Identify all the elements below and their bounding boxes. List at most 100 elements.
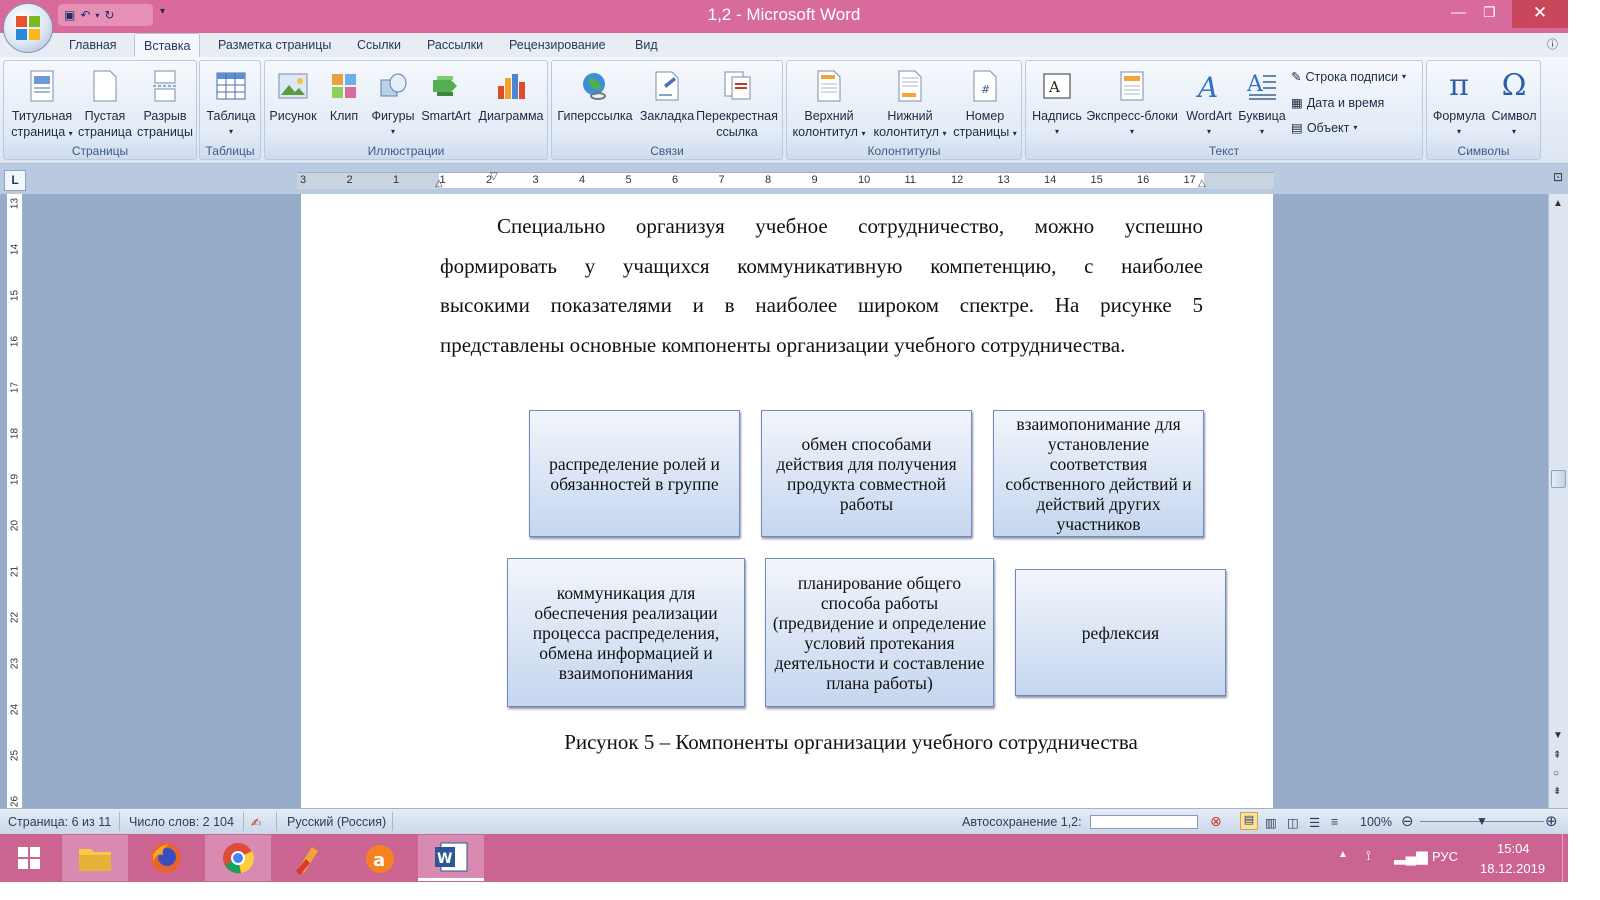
clip-art-button[interactable]: Клип: [321, 65, 367, 124]
cross-reference-button[interactable]: Перекрестная ссылка: [694, 65, 780, 140]
tab-page-layout[interactable]: Разметка страницы: [218, 38, 331, 52]
browse-object-icon[interactable]: ○: [1553, 768, 1559, 779]
outline-icon[interactable]: ☰: [1309, 815, 1320, 830]
page-count[interactable]: Страница: 6 из 11: [8, 815, 111, 829]
ruler-toggle-icon[interactable]: ⊡: [1548, 170, 1568, 192]
first-line-indent-icon[interactable]: ▽: [490, 171, 498, 182]
word-taskbar-icon[interactable]: W: [418, 835, 484, 881]
help-icon[interactable]: ⓘ: [1547, 36, 1558, 52]
zoom-slider-thumb[interactable]: ▼: [1476, 814, 1488, 828]
print-layout-icon[interactable]: ▤: [1240, 812, 1258, 830]
diagram-box[interactable]: рефлексия: [1015, 569, 1226, 696]
minimize-icon[interactable]: —: [1451, 4, 1466, 21]
office-button[interactable]: [3, 3, 53, 53]
windows-start-icon[interactable]: [0, 835, 58, 881]
draft-icon[interactable]: ≡: [1331, 815, 1338, 829]
shapes-button[interactable]: Фигуры ▾: [369, 65, 417, 140]
vertical-scrollbar[interactable]: ▲ ▼ ⇞ ○ ⇟: [1548, 194, 1568, 808]
keyboard-language[interactable]: РУС: [1432, 849, 1458, 864]
tray-expand-icon[interactable]: ▲: [1338, 849, 1348, 860]
picture-button[interactable]: Рисунок: [267, 65, 319, 124]
zoom-out-icon[interactable]: ⊖: [1401, 812, 1414, 830]
bookmark-button[interactable]: Закладка: [636, 65, 698, 124]
signature-line-label: Строка подписи: [1305, 69, 1399, 84]
close-icon[interactable]: ✕: [1512, 0, 1568, 28]
smartart-button[interactable]: SmartArt: [418, 65, 474, 124]
text-box-button[interactable]: A Надпись ▾: [1028, 65, 1086, 140]
diagram-box[interactable]: распределение ролей и обязанностей в гру…: [529, 410, 740, 537]
ribbon-tabs: Главная Вставка Разметка страницы Ссылки…: [0, 33, 1568, 58]
previous-page-icon[interactable]: ⇞: [1553, 750, 1561, 761]
hyperlink-button[interactable]: Гиперссылка: [555, 65, 635, 124]
show-desktop-button[interactable]: [1562, 834, 1568, 882]
blank-page-button[interactable]: Пустая страница: [76, 65, 134, 140]
cover-page-button[interactable]: Титульная страница ▾: [8, 65, 76, 142]
left-indent-icon[interactable]: △: [435, 178, 443, 189]
avast-icon[interactable]: a: [347, 835, 413, 881]
quick-parts-button[interactable]: Экспресс-блоки ▾: [1084, 65, 1180, 140]
smartart-icon: [418, 65, 474, 107]
zoom-level[interactable]: 100%: [1360, 815, 1392, 829]
ruler-tick-label: 4: [579, 174, 586, 186]
table-label: Таблица: [206, 109, 256, 123]
tab-insert[interactable]: Вставка: [134, 33, 201, 58]
cancel-icon[interactable]: ⊗: [1210, 813, 1222, 830]
scroll-down-icon[interactable]: ▼: [1553, 730, 1563, 741]
full-screen-reading-icon[interactable]: ▥: [1265, 815, 1277, 830]
tab-view[interactable]: Вид: [635, 38, 658, 52]
signature-line-button[interactable]: ✎ Строка подписи ▾: [1291, 69, 1406, 85]
tab-references[interactable]: Ссылки: [357, 38, 401, 52]
drop-cap-icon: A: [1236, 65, 1288, 107]
tab-home[interactable]: Главная: [69, 38, 117, 52]
page-number-button[interactable]: # Номер страницы ▾: [949, 65, 1021, 142]
zoom-in-icon[interactable]: ⊕: [1545, 812, 1558, 830]
diagram-box[interactable]: коммуникация для обеспечения реализации …: [507, 558, 745, 707]
page-break-button[interactable]: Разрыв страницы: [134, 65, 196, 140]
diagram-box[interactable]: обмен способами действия для получения п…: [761, 410, 972, 537]
scroll-thumb[interactable]: [1551, 470, 1566, 488]
tab-mailings[interactable]: Рассылки: [427, 38, 483, 52]
restore-icon[interactable]: ❐: [1483, 4, 1496, 21]
tab-review[interactable]: Рецензирование: [509, 38, 606, 52]
scroll-up-icon[interactable]: ▲: [1553, 198, 1563, 209]
clock-date[interactable]: 18.12.2019: [1480, 861, 1545, 876]
object-button[interactable]: ▤ Объект ▾: [1291, 120, 1357, 136]
chrome-icon[interactable]: [205, 835, 271, 881]
vertical-ruler[interactable]: 13 14 15 16 17 18 19 20 21 22 23 24 25 26: [7, 194, 23, 808]
drop-cap-button[interactable]: A Буквица ▾: [1236, 65, 1288, 140]
ruler-tick-label: 23: [9, 657, 21, 670]
equation-button[interactable]: π Формула ▾: [1429, 65, 1489, 140]
body-paragraph[interactable]: Специально организуя учебное сотрудничес…: [440, 207, 1203, 365]
globe-link-icon: [555, 65, 635, 107]
ccleaner-icon[interactable]: [276, 835, 342, 881]
tab-selector[interactable]: L: [4, 170, 26, 191]
diagram-box[interactable]: взаимопонимание для установление соответ…: [993, 410, 1204, 537]
hyperlink-label: Гиперссылка: [557, 109, 633, 123]
ruler-tick-label: 5: [625, 174, 632, 186]
file-explorer-icon[interactable]: [62, 835, 128, 881]
spellcheck-icon[interactable]: ✍: [251, 815, 261, 830]
right-indent-icon[interactable]: △: [1198, 178, 1206, 189]
date-time-button[interactable]: ▦ Дата и время: [1291, 95, 1384, 111]
firefox-icon[interactable]: [133, 835, 199, 881]
paragraph-line: формировать у учащихся коммуникативную к…: [440, 253, 1203, 278]
table-button[interactable]: Таблица ▾: [202, 65, 260, 140]
chart-button[interactable]: Диаграмма: [475, 65, 547, 124]
word-count[interactable]: Число слов: 2 104: [129, 815, 234, 829]
header-button[interactable]: Верхний колонтитул ▾: [789, 65, 869, 142]
diagram-box[interactable]: планирование общего способа работы (пред…: [765, 558, 994, 707]
divider: [276, 812, 277, 831]
network-status-icon[interactable]: ⟟: [1366, 848, 1371, 864]
footer-button[interactable]: Нижний колонтитул ▾: [871, 65, 949, 142]
language-indicator[interactable]: Русский (Россия): [287, 815, 386, 829]
horizontal-ruler[interactable]: 3 2 1 1 2 3 4 5 6 7 8 9 10 11 12 13 14 15 16 17 ▽ △ △: [297, 171, 1274, 189]
symbol-button[interactable]: Ω Символ ▾: [1487, 65, 1541, 140]
group-text: A Надпись ▾ Экспресс-блоки ▾ A WordArt ▾…: [1025, 60, 1423, 160]
web-layout-icon[interactable]: ◫: [1287, 815, 1299, 830]
svg-text:#: #: [981, 83, 990, 96]
next-page-icon[interactable]: ⇟: [1553, 786, 1561, 797]
wordart-button[interactable]: A WordArt ▾: [1180, 65, 1238, 140]
signal-strength-icon[interactable]: ▂▄▆: [1394, 847, 1428, 865]
clock-time[interactable]: 15:04: [1497, 841, 1530, 856]
ruler-numbers: 3 2 1 1 2 3 4 5 6 7 8 9 10 11 12 13 14 15 16 17: [297, 173, 1274, 189]
